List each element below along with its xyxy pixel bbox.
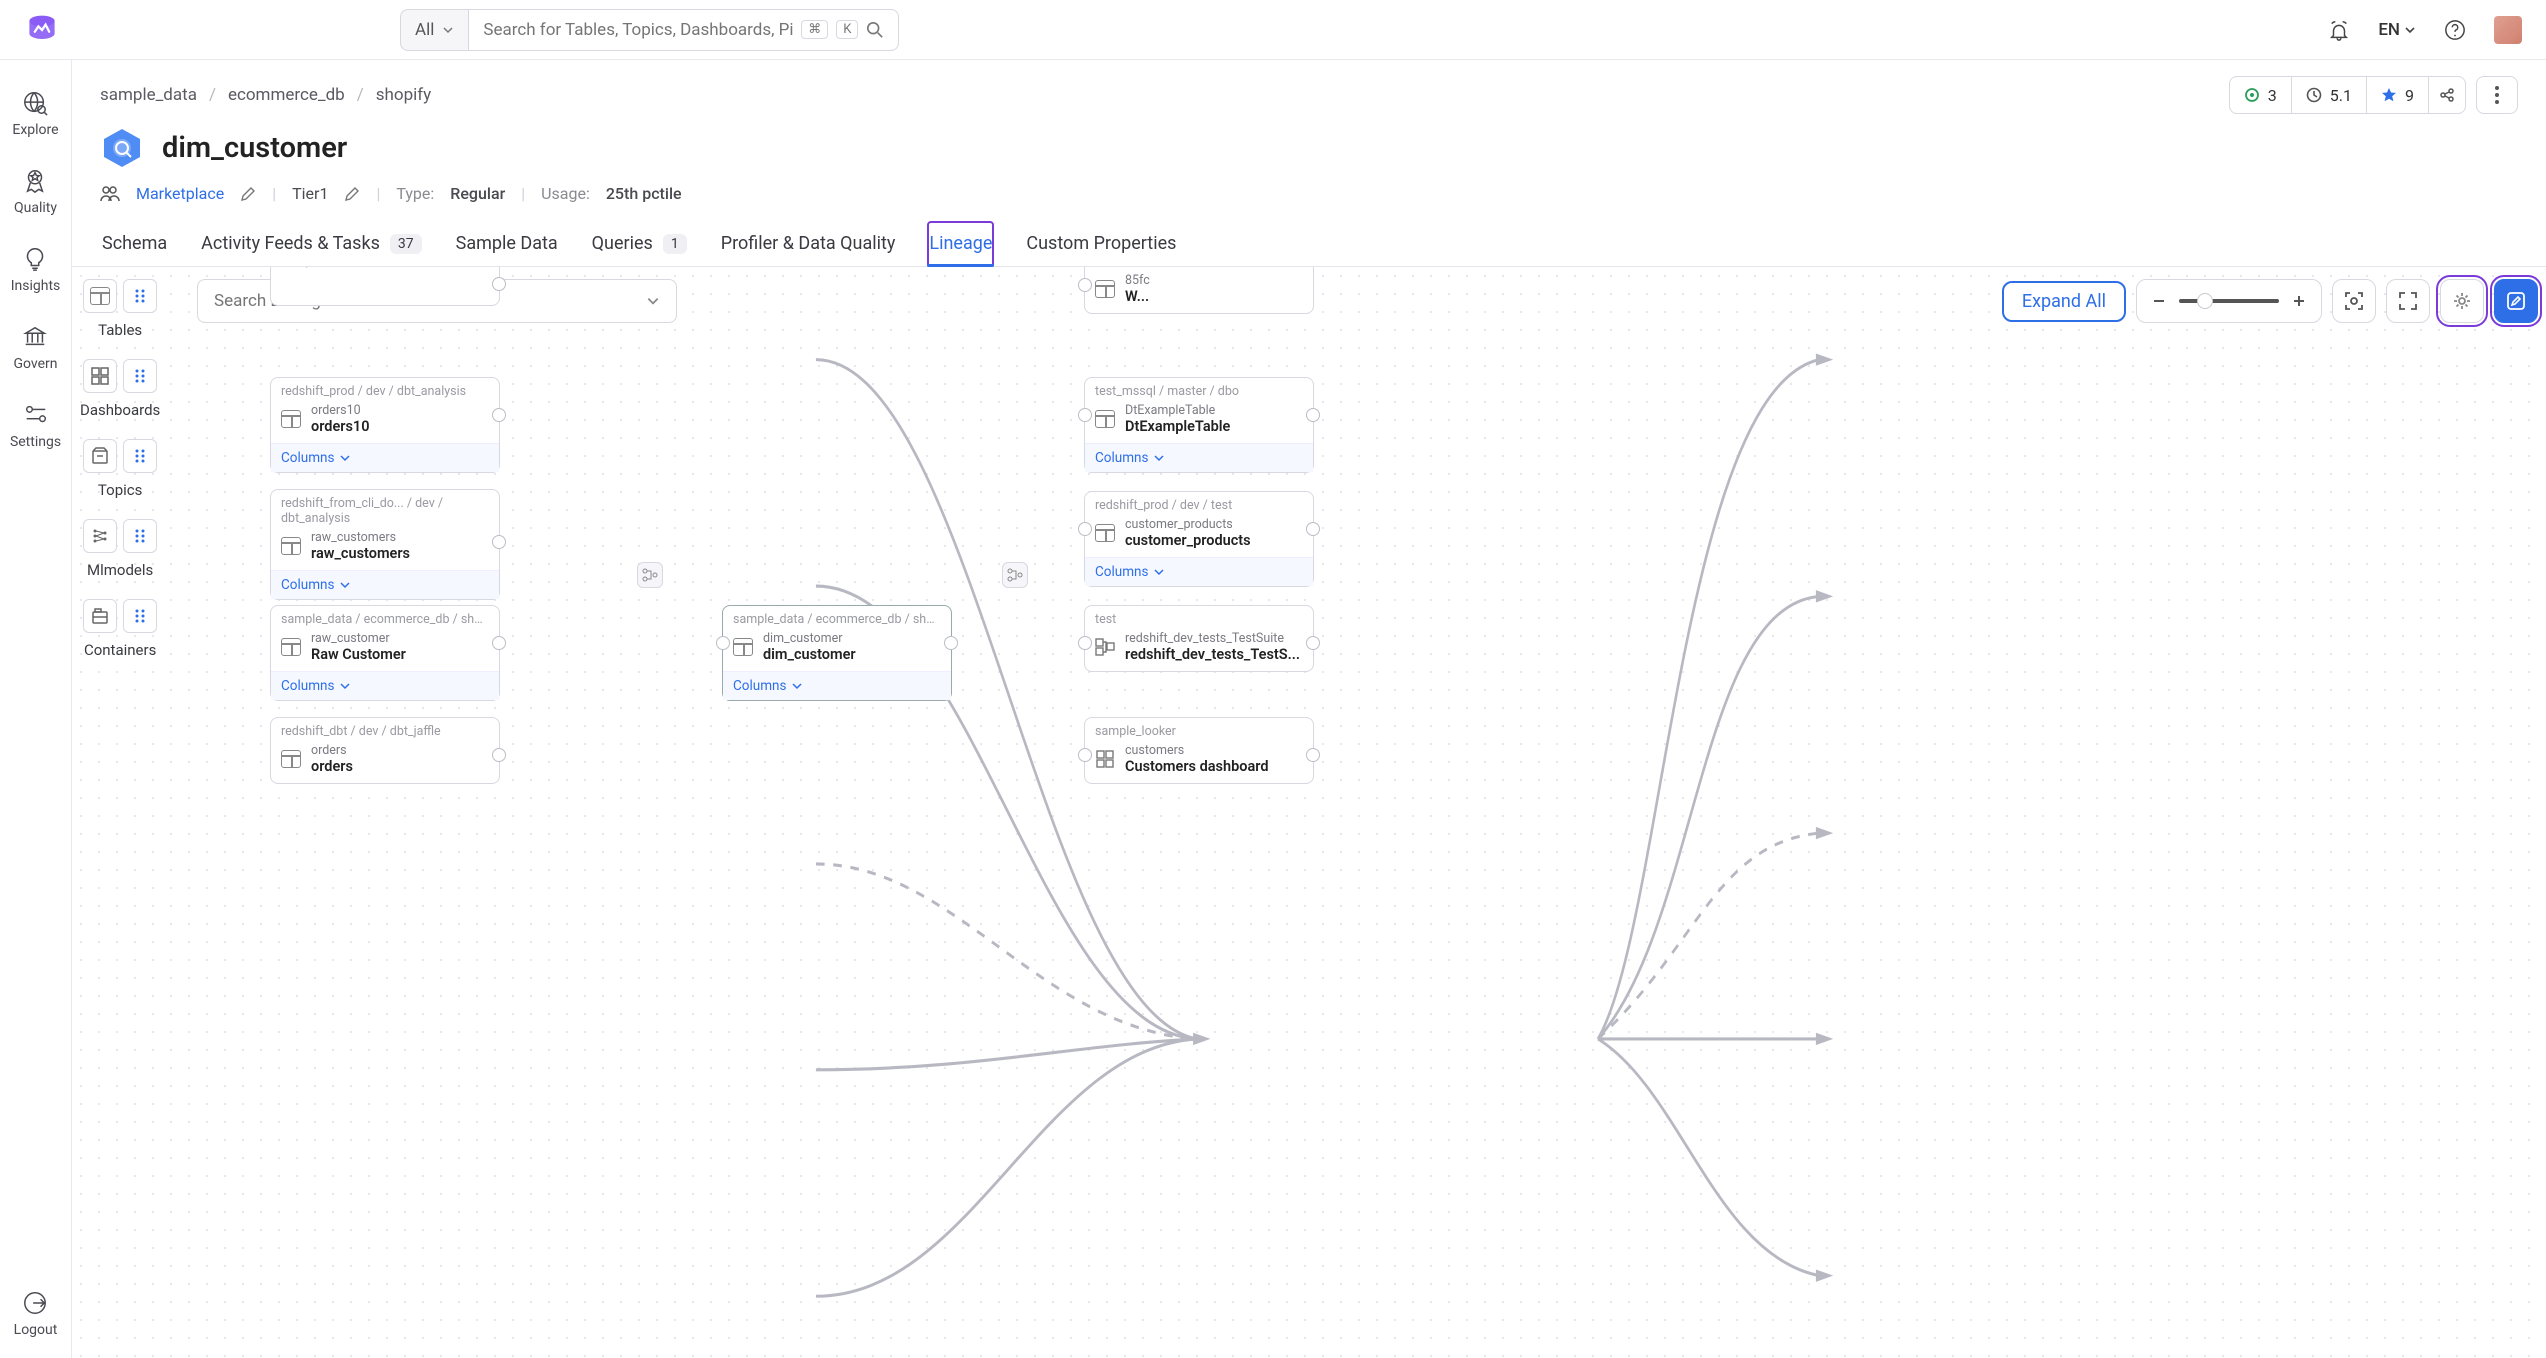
zoom-in-icon[interactable]: [2291, 293, 2307, 309]
tier-label: Tier1: [292, 184, 328, 203]
chevron-down-icon: [442, 24, 454, 36]
asset-type-mlmodels[interactable]: [83, 519, 117, 553]
help-icon[interactable]: [2444, 19, 2466, 41]
table-icon: [733, 638, 753, 656]
table-icon: [1095, 280, 1115, 298]
settings-button[interactable]: [2440, 279, 2484, 323]
breadcrumb-item[interactable]: shopify: [376, 85, 431, 105]
tab-custom-properties[interactable]: Custom Properties: [1024, 221, 1178, 266]
global-search-input[interactable]: [483, 20, 793, 40]
language-select[interactable]: EN: [2378, 20, 2416, 40]
lineage-node[interactable]: sample_data / ecommerce_db / shopify raw…: [270, 605, 500, 701]
sidebar-item-govern[interactable]: Govern: [13, 324, 57, 372]
edit-lineage-button[interactable]: [2494, 279, 2538, 323]
table-icon: [281, 638, 301, 656]
table-icon: [1095, 524, 1115, 542]
sidebar-item-settings[interactable]: Settings: [10, 402, 61, 450]
zoom-slider-thumb[interactable]: [2197, 293, 2213, 309]
page-title: dim_customer: [162, 131, 347, 165]
drag-handle[interactable]: [123, 599, 157, 633]
asset-type-topics[interactable]: [83, 439, 117, 473]
lineage-node[interactable]: tableau_oracle 85fcW...: [1084, 267, 1314, 314]
user-avatar[interactable]: [2494, 16, 2522, 44]
asset-type-tables[interactable]: [83, 279, 117, 313]
sidebar-item-quality[interactable]: Quality: [14, 168, 57, 216]
sidebar-item-logout[interactable]: Logout: [14, 1290, 58, 1338]
drag-handle[interactable]: [123, 279, 157, 313]
tab-schema[interactable]: Schema: [100, 221, 169, 266]
chevron-down-icon: [2404, 24, 2416, 36]
stat-tasks[interactable]: 3: [2229, 76, 2292, 114]
expand-all-button[interactable]: Expand All: [2002, 281, 2126, 322]
search-scope-label: All: [415, 20, 434, 40]
asset-type-containers[interactable]: [83, 599, 117, 633]
search-scope-select[interactable]: All: [400, 9, 469, 51]
kbd-cmd: ⌘: [801, 20, 828, 39]
notifications-icon[interactable]: [2328, 19, 2350, 41]
share-button[interactable]: [2429, 76, 2466, 114]
more-menu[interactable]: [2476, 76, 2518, 114]
columns-toggle[interactable]: Columns: [271, 443, 499, 472]
focus-button[interactable]: [2332, 279, 2376, 323]
asset-type-dashboards[interactable]: [83, 359, 117, 393]
testsuite-icon: [1095, 638, 1115, 656]
lineage-node[interactable]: test redshift_dev_tests_TestSuiteredshif…: [1084, 605, 1314, 672]
columns-toggle[interactable]: Columns: [1085, 443, 1313, 472]
lineage-node[interactable]: redshift_prod / dev / test customer_prod…: [1084, 491, 1314, 587]
sidebar-item-explore[interactable]: Explore: [12, 90, 58, 138]
stat-followers[interactable]: 9: [2367, 76, 2429, 114]
lineage-node[interactable]: test_mssql / master / dbo DtExampleTable…: [1084, 377, 1314, 473]
tab-profiler[interactable]: Profiler & Data Quality: [719, 221, 898, 266]
lineage-node[interactable]: redshift_prod / dev / dbt_analysis order…: [270, 377, 500, 473]
breadcrumb-item[interactable]: ecommerce_db: [228, 85, 345, 105]
zoom-control[interactable]: [2136, 279, 2322, 323]
columns-toggle[interactable]: Columns: [723, 671, 951, 700]
columns-toggle[interactable]: Columns: [271, 671, 499, 700]
owner-link[interactable]: Marketplace: [136, 184, 224, 203]
zoom-out-icon[interactable]: [2151, 293, 2167, 309]
tab-queries[interactable]: Queries1: [590, 221, 689, 266]
tab-lineage[interactable]: Lineage: [927, 221, 994, 266]
breadcrumb: sample_data/ ecommerce_db/ shopify: [100, 85, 431, 105]
search-icon[interactable]: [866, 21, 884, 39]
owner-icon: [100, 185, 120, 203]
stat-version[interactable]: 5.1: [2292, 76, 2367, 114]
tab-activity[interactable]: Activity Feeds & Tasks37: [199, 221, 423, 266]
table-icon: [281, 410, 301, 428]
edit-icon[interactable]: [344, 186, 360, 202]
kbd-k: K: [836, 20, 858, 39]
pipeline-icon[interactable]: [637, 562, 663, 588]
fullscreen-button[interactable]: [2386, 279, 2430, 323]
entity-icon: [100, 126, 144, 170]
table-icon: [1095, 410, 1115, 428]
pipeline-icon[interactable]: [1002, 562, 1028, 588]
app-logo[interactable]: [24, 12, 60, 48]
lineage-node[interactable]: sample_looker customersCustomers dashboa…: [1084, 717, 1314, 784]
sidebar-item-insights[interactable]: Insights: [11, 246, 61, 294]
columns-toggle[interactable]: Columns: [1085, 557, 1313, 586]
breadcrumb-item[interactable]: sample_data: [100, 85, 197, 105]
tab-sample-data[interactable]: Sample Data: [454, 221, 560, 266]
columns-toggle[interactable]: Columns: [271, 570, 499, 599]
lineage-node[interactable]: redshift_from_cli_do... / dev / dbt_anal…: [270, 489, 500, 600]
lineage-node[interactable]: redshift_dbt / dev / dbt_jaffle ordersor…: [270, 717, 500, 784]
lineage-node-center[interactable]: sample_data / ecommerce_db / shopify dim…: [722, 605, 952, 701]
table-icon: [281, 750, 301, 768]
edit-icon[interactable]: [240, 186, 256, 202]
drag-handle[interactable]: [123, 359, 157, 393]
drag-handle[interactable]: [123, 519, 157, 553]
table-icon: [281, 537, 301, 555]
chevron-down-icon: [646, 294, 660, 308]
lineage-node[interactable]: sample_kafka: [270, 267, 500, 306]
drag-handle[interactable]: [123, 439, 157, 473]
dashboard-icon: [1095, 750, 1115, 768]
